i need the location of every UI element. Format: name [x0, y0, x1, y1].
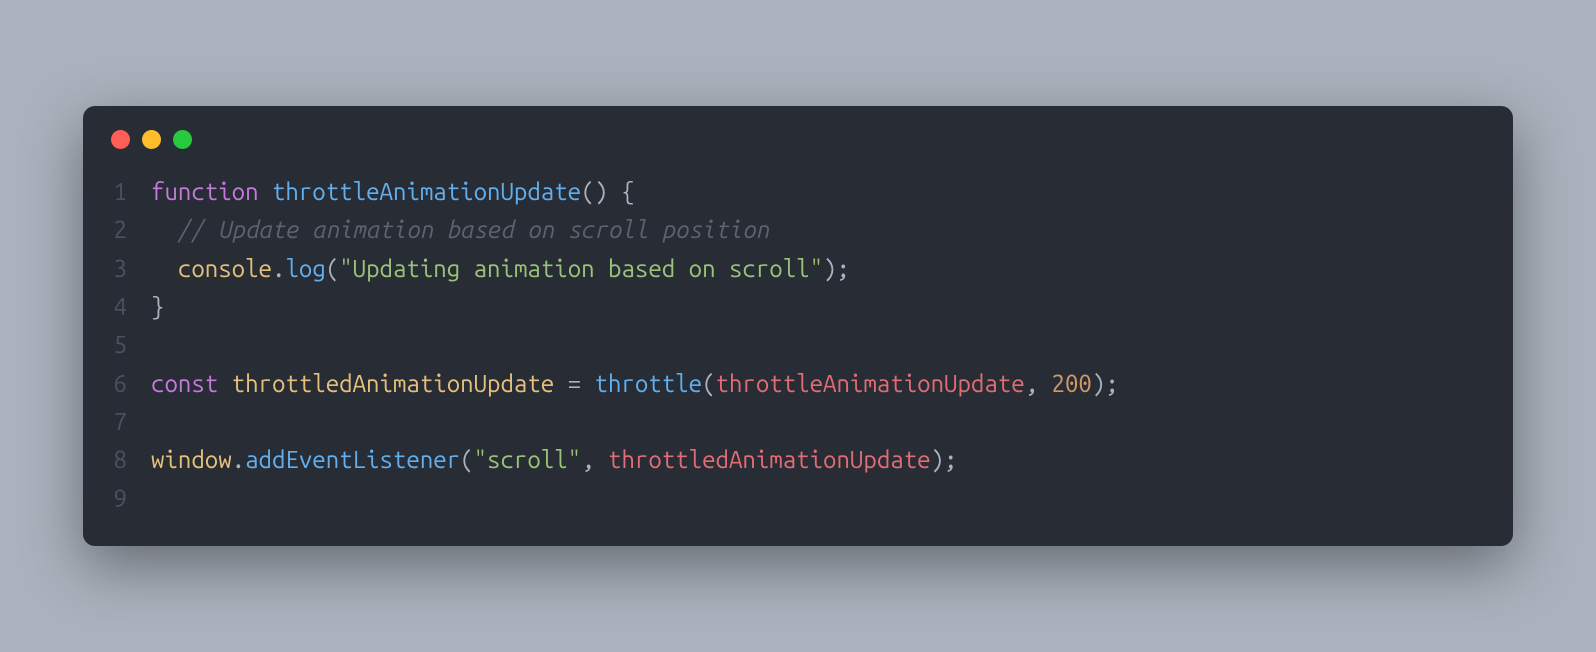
- code-token: "Updating animation based on scroll": [339, 255, 823, 282]
- code-token: throttleAnimationUpdate: [272, 178, 581, 205]
- code-line: }: [151, 288, 1119, 326]
- code-line: console.log("Updating animation based on…: [151, 250, 1119, 288]
- code-line: [151, 403, 1119, 441]
- code-line: const throttledAnimationUpdate = throttl…: [151, 365, 1119, 403]
- code-line: function throttleAnimationUpdate() {: [151, 173, 1119, 211]
- code-token: .: [272, 255, 285, 282]
- line-number: 2: [111, 211, 127, 249]
- code-token: throttledAnimationUpdate: [608, 446, 931, 473]
- code-token: =: [554, 370, 594, 397]
- line-number: 6: [111, 365, 127, 403]
- code-line: [151, 480, 1119, 518]
- line-number: 4: [111, 288, 127, 326]
- code-token: ,: [581, 446, 608, 473]
- code-line: // Update animation based on scroll posi…: [151, 211, 1119, 249]
- code-token: throttleAnimationUpdate: [716, 370, 1025, 397]
- zoom-icon[interactable]: [173, 130, 192, 149]
- code-token: () {: [581, 178, 635, 205]
- code-token: function: [151, 178, 259, 205]
- code-token: "scroll": [474, 446, 582, 473]
- code-token: (: [326, 255, 339, 282]
- code-token: [151, 216, 178, 243]
- code-token: 200: [1052, 370, 1092, 397]
- code-token: addEventListener: [245, 446, 460, 473]
- line-number: 1: [111, 173, 127, 211]
- code-token: log: [285, 255, 325, 282]
- window-titlebar: [111, 130, 1485, 149]
- code-token: throttle: [595, 370, 703, 397]
- code-window: 1 2 3 4 5 6 7 8 9 function throttleAnima…: [83, 106, 1513, 547]
- close-icon[interactable]: [111, 130, 130, 149]
- code-token: (: [460, 446, 473, 473]
- code-token: .: [232, 446, 245, 473]
- code-token: window: [151, 446, 232, 473]
- code-token: );: [823, 255, 850, 282]
- code-token: throttledAnimationUpdate: [232, 370, 555, 397]
- code-token: const: [151, 370, 218, 397]
- line-number: 3: [111, 250, 127, 288]
- code-token: }: [151, 293, 164, 320]
- code-token: console: [178, 255, 272, 282]
- line-number: 8: [111, 441, 127, 479]
- code-line: [151, 326, 1119, 364]
- code-token: (: [702, 370, 715, 397]
- code-token: // Update animation based on scroll posi…: [178, 216, 769, 243]
- code-token: );: [1092, 370, 1119, 397]
- code-content: function throttleAnimationUpdate() { // …: [151, 173, 1119, 519]
- code-token: [218, 370, 231, 397]
- code-token: [151, 255, 178, 282]
- code-token: );: [931, 446, 958, 473]
- line-number: 9: [111, 480, 127, 518]
- code-area: 1 2 3 4 5 6 7 8 9 function throttleAnima…: [111, 173, 1485, 519]
- code-token: ,: [1025, 370, 1052, 397]
- minimize-icon[interactable]: [142, 130, 161, 149]
- line-number: 5: [111, 326, 127, 364]
- code-line: window.addEventListener("scroll", thrott…: [151, 441, 1119, 479]
- line-number: 7: [111, 403, 127, 441]
- code-token: [259, 178, 272, 205]
- line-number-gutter: 1 2 3 4 5 6 7 8 9: [111, 173, 151, 519]
